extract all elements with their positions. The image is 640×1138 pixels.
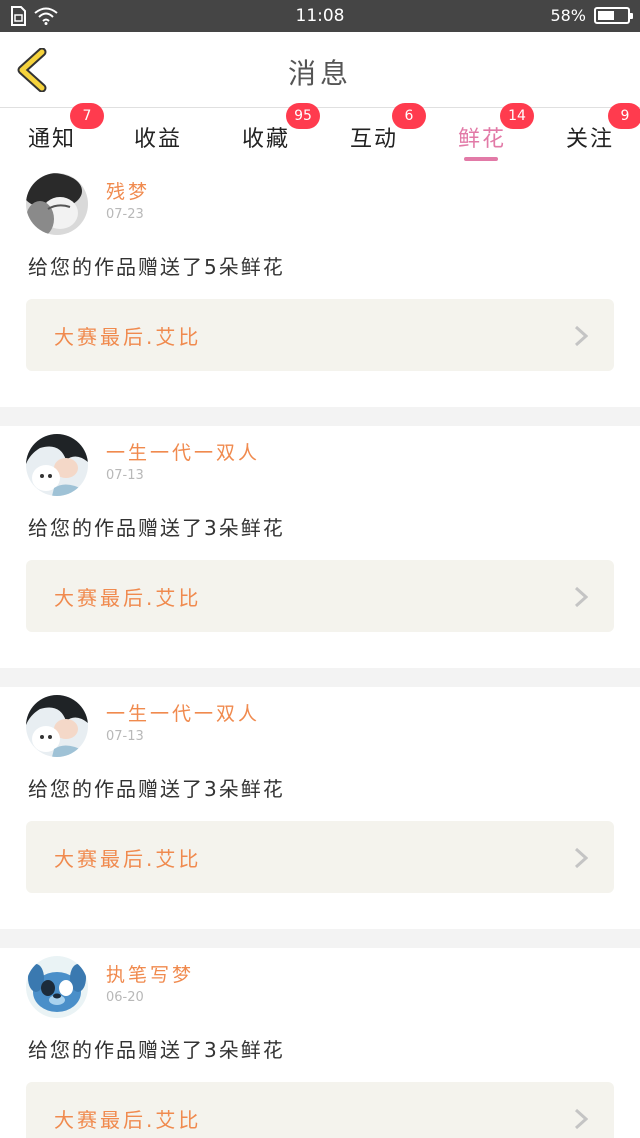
tab-earnings[interactable]: 收益 [134, 109, 214, 165]
divider [0, 929, 640, 948]
status-time: 11:08 [295, 6, 345, 26]
message-card: 一生一代一双人 07-13 给您的作品赠送了3朵鲜花 大赛最后.艾比 [0, 687, 640, 929]
tab-badge: 14 [500, 103, 534, 129]
chevron-right-icon [574, 325, 588, 347]
tab-follows[interactable]: 关注 9 [566, 103, 640, 165]
tab-badge: 6 [392, 103, 426, 129]
tab-favorites[interactable]: 收藏 95 [242, 103, 322, 165]
message-date: 07-13 [106, 468, 144, 483]
divider [0, 668, 640, 687]
message-list: 残梦 07-23 给您的作品赠送了5朵鲜花 大赛最后.艾比 一生一代一双人 07… [0, 165, 640, 1138]
page-title: 消息 [287, 57, 352, 90]
tab-label: 关注 [566, 127, 615, 152]
work-link[interactable]: 大赛最后.艾比 [26, 560, 614, 632]
status-right: 58% [550, 6, 633, 25]
chevron-right-icon [574, 1108, 588, 1130]
work-title: 大赛最后.艾比 [54, 1108, 202, 1132]
tab-badge: 7 [70, 103, 104, 129]
message-card: 执笔写梦 06-20 给您的作品赠送了3朵鲜花 大赛最后.艾比 [0, 948, 640, 1138]
chevron-right-icon [574, 586, 588, 608]
status-bar: 11:08 58% [0, 0, 640, 32]
message-text: 给您的作品赠送了3朵鲜花 [28, 1038, 285, 1062]
divider [0, 407, 640, 426]
message-date: 07-13 [106, 729, 144, 744]
work-title: 大赛最后.艾比 [54, 847, 202, 871]
work-link[interactable]: 大赛最后.艾比 [26, 299, 614, 371]
tab-label: 收益 [134, 127, 183, 152]
message-text: 给您的作品赠送了3朵鲜花 [28, 777, 285, 801]
avatar[interactable] [26, 434, 88, 496]
back-button[interactable] [12, 47, 56, 93]
username[interactable]: 执笔写梦 [106, 960, 194, 987]
active-tab-indicator [464, 157, 498, 161]
tab-label: 互动 [350, 127, 399, 152]
work-link[interactable]: 大赛最后.艾比 [26, 1082, 614, 1138]
avatar[interactable] [26, 695, 88, 757]
back-arrow-icon [17, 47, 47, 93]
tab-label: 收藏 [242, 127, 291, 152]
tab-badge: 9 [608, 103, 640, 129]
tab-notifications[interactable]: 通知 7 [28, 103, 108, 165]
username[interactable]: 一生一代一双人 [106, 438, 260, 465]
tab-badge: 95 [286, 103, 320, 129]
tab-bar: 通知 7 收益 收藏 95 互动 6 鲜花 14 关注 9 [0, 103, 640, 165]
nav-bar: 消息 [0, 32, 640, 108]
chevron-right-icon [574, 847, 588, 869]
message-date: 06-20 [106, 990, 144, 1005]
message-card: 一生一代一双人 07-13 给您的作品赠送了3朵鲜花 大赛最后.艾比 [0, 426, 640, 668]
message-card: 残梦 07-23 给您的作品赠送了5朵鲜花 大赛最后.艾比 [0, 165, 640, 407]
tab-label: 鲜花 [458, 127, 507, 152]
tab-flowers[interactable]: 鲜花 14 [458, 103, 538, 165]
battery-fill [598, 11, 615, 20]
message-text: 给您的作品赠送了3朵鲜花 [28, 516, 285, 540]
work-title: 大赛最后.艾比 [54, 325, 202, 349]
message-date: 07-23 [106, 207, 144, 222]
avatar[interactable] [26, 956, 88, 1018]
tab-label: 通知 [28, 127, 77, 152]
work-title: 大赛最后.艾比 [54, 586, 202, 610]
message-text: 给您的作品赠送了5朵鲜花 [28, 255, 285, 279]
username[interactable]: 残梦 [106, 177, 150, 204]
battery-icon [594, 7, 633, 24]
tab-interactions[interactable]: 互动 6 [350, 103, 430, 165]
battery-percent: 58% [550, 6, 586, 25]
work-link[interactable]: 大赛最后.艾比 [26, 821, 614, 893]
username[interactable]: 一生一代一双人 [106, 699, 260, 726]
avatar[interactable] [26, 173, 88, 235]
